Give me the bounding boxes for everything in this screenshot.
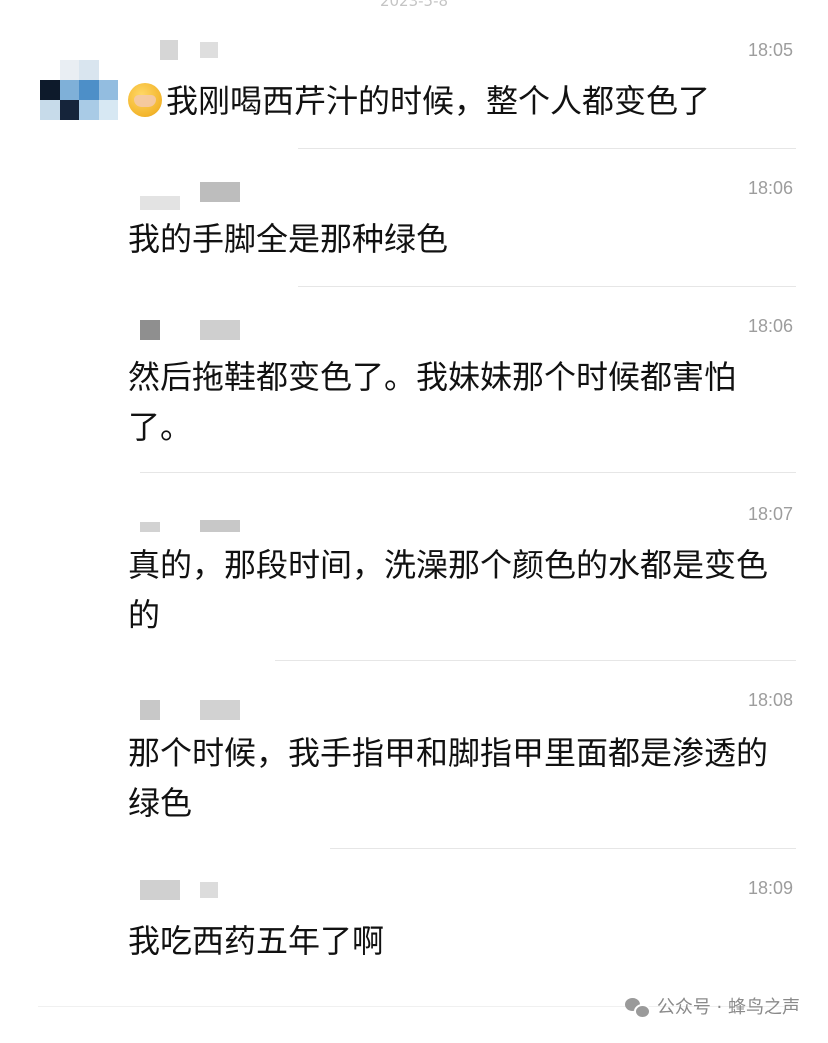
message-separator: [330, 848, 796, 849]
message-time: 18:08: [747, 690, 793, 710]
message-text[interactable]: 我的手脚全是那种绿色: [128, 214, 778, 264]
wechat-icon: [624, 996, 651, 1019]
message-time: 18:09: [747, 878, 793, 898]
sender-name-blurred: [200, 42, 218, 58]
chat-date-stamp: 2023-5-8: [379, 0, 449, 10]
message-time: 18:06: [747, 316, 793, 336]
sender-name-blurred: [140, 196, 180, 210]
message-text[interactable]: 然后拖鞋都变色了。我妹妹那个时候都害怕了。: [128, 352, 778, 452]
message-text-container[interactable]: 我刚喝西芹汁的时候，整个人都变色了: [128, 76, 778, 126]
message-time: 18:05: [747, 40, 793, 60]
facepalm-emoji-icon: [128, 83, 162, 117]
sender-name-blurred: [160, 40, 178, 60]
message-separator: [275, 660, 796, 661]
sender-name-blurred: [200, 520, 240, 532]
wechat-watermark: 公众号 · 蜂鸟之声: [624, 993, 800, 1019]
message-text: 我刚喝西芹汁的时候，整个人都变色了: [166, 82, 711, 120]
message-separator: [140, 472, 796, 473]
message-separator: [298, 148, 796, 149]
sender-name-blurred: [200, 700, 240, 720]
sender-name-blurred: [200, 320, 240, 340]
sender-avatar[interactable]: [40, 60, 118, 120]
sender-name-blurred: [200, 882, 218, 898]
sender-name-blurred: [140, 700, 160, 720]
sender-name-blurred: [140, 522, 160, 532]
message-time: 18:06: [747, 178, 793, 198]
message-text[interactable]: 那个时候，我手指甲和脚指甲里面都是渗透的绿色: [128, 728, 778, 828]
sender-name-blurred: [140, 880, 180, 900]
message-text[interactable]: 真的，那段时间，洗澡那个颜色的水都是变色的: [128, 540, 778, 640]
sender-name-blurred: [200, 182, 240, 202]
message-text[interactable]: 我吃西药五年了啊: [128, 916, 778, 966]
watermark-text: 公众号 · 蜂鸟之声: [656, 997, 800, 1018]
message-time: 18:07: [747, 504, 793, 524]
message-separator: [298, 286, 796, 287]
sender-name-blurred: [140, 320, 160, 340]
